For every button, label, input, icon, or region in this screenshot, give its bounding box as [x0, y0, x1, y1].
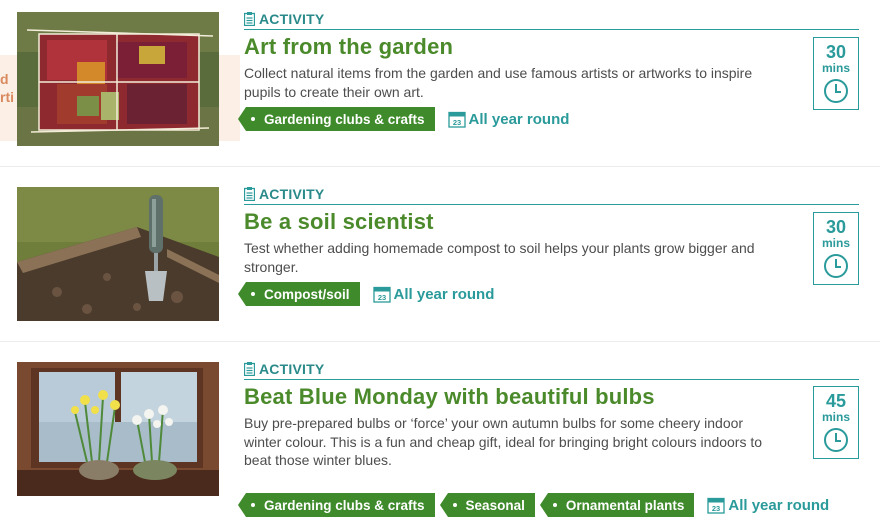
calendar-day-text: 23 — [452, 118, 460, 127]
clipboard-icon — [244, 362, 255, 376]
duration-value: 30 — [825, 217, 847, 237]
activity-title-link[interactable]: Beat Blue Monday with beautiful bulbs — [244, 384, 655, 410]
tag-gardening-clubs-crafts[interactable]: Gardening clubs & crafts — [238, 493, 435, 517]
activity-kind-label: ACTIVITY — [259, 361, 325, 377]
daffodil-bulbs-windowsill-photo — [17, 362, 219, 496]
tag-compost-soil[interactable]: Compost/soil — [238, 282, 360, 306]
tag-ornamental-plants[interactable]: Ornamental plants — [539, 493, 695, 517]
activity-image[interactable] — [17, 362, 219, 496]
activity-image[interactable] — [17, 187, 219, 321]
activity-title-link[interactable]: Art from the garden — [244, 34, 453, 60]
calendar-icon: 23 — [707, 497, 726, 514]
calendar-day-text: 23 — [712, 504, 720, 513]
duration-badge: 30 mins — [813, 37, 859, 110]
activity-kind-row: ACTIVITY — [244, 360, 324, 378]
leaf-art-grid-photo — [17, 12, 219, 146]
card-separator — [0, 166, 880, 167]
activity-kind-label: ACTIVITY — [259, 186, 325, 202]
clipboard-icon — [244, 12, 255, 26]
season-text: All year round — [393, 285, 495, 303]
activity-title-link[interactable]: Be a soil scientist — [244, 209, 434, 235]
duration-value: 45 — [825, 391, 847, 411]
activity-kind-row: ACTIVITY — [244, 10, 324, 28]
calendar-icon: 23 — [447, 111, 466, 128]
season-text: All year round — [728, 496, 830, 514]
activity-description: Collect natural items from the garden an… — [244, 65, 753, 100]
season-text: All year round — [468, 110, 570, 128]
tag-gardening-clubs-crafts[interactable]: Gardening clubs & crafts — [238, 107, 435, 131]
divider-rule — [244, 29, 859, 30]
season-label: 23 All year round — [447, 110, 570, 128]
calendar-icon: 23 — [372, 286, 391, 303]
duration-badge: 45 mins — [813, 386, 859, 459]
clock-icon — [824, 79, 848, 103]
activity-description: Test whether adding homemade compost to … — [244, 240, 755, 275]
duration-unit: mins — [821, 410, 850, 424]
peek-text-line-2: rti — [0, 89, 14, 105]
season-label: 23 All year round — [372, 285, 495, 303]
card-separator — [0, 341, 880, 342]
activity-kind-label: ACTIVITY — [259, 11, 325, 27]
calendar-day-text: 23 — [377, 293, 385, 302]
tag-row: Compost/soil 23 All year round — [238, 282, 495, 306]
divider-rule — [244, 204, 859, 205]
duration-value: 30 — [825, 42, 847, 62]
duration-unit: mins — [821, 236, 850, 250]
clock-icon — [824, 428, 848, 452]
tag-row: Gardening clubs & crafts 23 All year rou… — [238, 107, 570, 131]
duration-badge: 30 mins — [813, 212, 859, 285]
trowel-in-soil-photo — [17, 187, 219, 321]
tag-row: Gardening clubs & crafts Seasonal Orname… — [238, 493, 829, 517]
season-label: 23 All year round — [707, 496, 829, 514]
activity-image[interactable] — [17, 12, 219, 146]
clipboard-icon — [244, 187, 255, 201]
activity-description: Buy pre-prepared bulbs or ‘force’ your o… — [244, 415, 763, 468]
clock-icon — [824, 254, 848, 278]
tag-seasonal[interactable]: Seasonal — [439, 493, 535, 517]
duration-unit: mins — [821, 61, 850, 75]
divider-rule — [244, 379, 859, 380]
activity-kind-row: ACTIVITY — [244, 185, 324, 203]
peek-text-line-1: d — [0, 71, 9, 87]
